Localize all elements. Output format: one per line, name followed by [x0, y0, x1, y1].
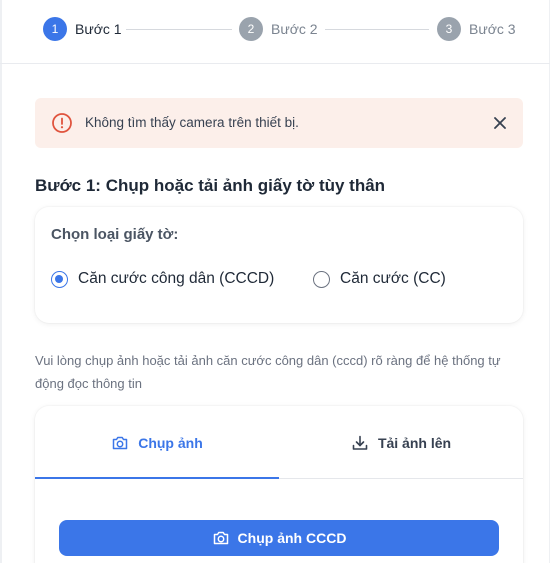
tab-take-photo-label: Chụp ảnh: [138, 434, 203, 451]
step-3-number: 3: [437, 17, 461, 41]
capture-tabs: Chụp ảnh Tải ảnh lên: [35, 406, 523, 479]
step-2-label: Bước 2: [271, 21, 318, 37]
stepper: 1 Bước 1 2 Bước 2 3 Bước 3: [0, 0, 550, 64]
step-1-label: Bước 1: [75, 21, 122, 37]
document-type-label: Chọn loại giấy tờ:: [51, 226, 179, 243]
radio-label-cc: Căn cước (CC): [340, 270, 446, 287]
step-connector-2: [325, 29, 429, 30]
active-tab-indicator: [35, 477, 279, 479]
step-1-number: 1: [43, 17, 67, 41]
radio-option-cccd[interactable]: Căn cước công dân (CCCD): [51, 270, 274, 288]
capture-cccd-button-label: Chụp ảnh CCCD: [237, 530, 347, 546]
instruction-text: Vui lòng chụp ảnh hoặc tải ảnh căn cước …: [35, 353, 501, 391]
tab-upload-photo[interactable]: Tải ảnh lên: [279, 406, 523, 479]
capture-card: Chụp ảnh Tải ảnh lên Chụp ảnh CCCD: [35, 406, 523, 563]
alert-circle-icon: [52, 113, 72, 133]
radio-button-cc[interactable]: [313, 270, 330, 288]
alert-message: Không tìm thấy camera trên thiết bị.: [85, 115, 299, 130]
capture-cccd-button[interactable]: Chụp ảnh CCCD: [59, 520, 499, 556]
radio-label-cccd: Căn cước công dân (CCCD): [78, 270, 275, 287]
upload-icon: [352, 435, 368, 450]
radio-option-cc[interactable]: Căn cước (CC): [313, 270, 446, 288]
section-title: Bước 1: Chụp hoặc tải ảnh giấy tờ tùy th…: [35, 176, 386, 195]
step-connector-1: [126, 29, 232, 30]
camera-icon: [213, 531, 228, 545]
close-icon[interactable]: [491, 114, 509, 132]
step-2-number: 2: [239, 17, 263, 41]
tab-take-photo[interactable]: Chụp ảnh: [35, 406, 279, 479]
document-type-card: Chọn loại giấy tờ: Căn cước công dân (CC…: [35, 207, 523, 323]
step-3-label: Bước 3: [469, 21, 516, 37]
camera-error-alert: Không tìm thấy camera trên thiết bị.: [35, 98, 523, 148]
radio-button-cccd[interactable]: [51, 270, 68, 288]
step-1[interactable]: 1 Bước 1: [43, 17, 122, 41]
step-3[interactable]: 3 Bước 3: [437, 17, 516, 41]
tab-upload-photo-label: Tải ảnh lên: [377, 434, 452, 451]
step-2[interactable]: 2 Bước 2: [239, 17, 318, 41]
camera-icon: [112, 436, 128, 449]
